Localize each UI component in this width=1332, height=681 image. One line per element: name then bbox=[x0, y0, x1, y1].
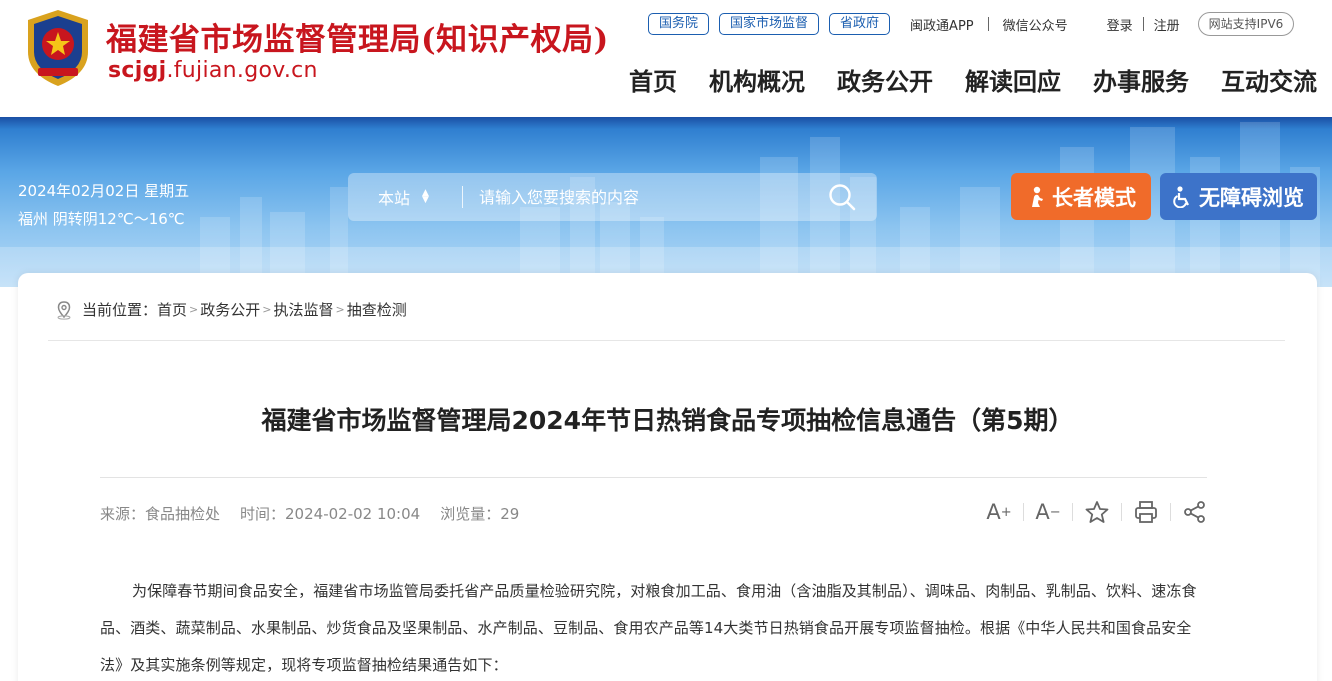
link-samr[interactable]: 国家市场监督 bbox=[719, 13, 820, 35]
nav-home[interactable]: 首页 bbox=[629, 62, 677, 97]
breadcrumb: 当前位置： 首页 > 政务公开 > 执法监督 > 抽查检测 bbox=[54, 299, 407, 320]
article-source: 来源：食品抽检处 bbox=[100, 505, 221, 523]
wheelchair-icon bbox=[1173, 185, 1189, 208]
accessible-browse-button[interactable]: 无障碍浏览 bbox=[1160, 173, 1317, 220]
divider bbox=[1023, 503, 1024, 521]
link-state-council[interactable]: 国务院 bbox=[648, 13, 710, 35]
nav-services[interactable]: 办事服务 bbox=[1093, 62, 1189, 97]
share-icon[interactable] bbox=[1182, 499, 1208, 525]
nav-about[interactable]: 机构概况 bbox=[709, 62, 805, 97]
article-time: 时间：2024-02-02 10:04 bbox=[240, 505, 421, 523]
link-wechat[interactable]: 微信公众号 bbox=[1003, 15, 1068, 34]
site-name[interactable]: 福建省市场监督管理局(知识产权局) bbox=[106, 14, 609, 59]
breadcrumb-public-affairs[interactable]: 政务公开 bbox=[200, 299, 260, 320]
link-app[interactable]: 闽政通APP bbox=[910, 15, 974, 34]
breadcrumb-prefix: 当前位置： bbox=[82, 301, 158, 319]
domain-rest: .fujian.gov.cn bbox=[166, 58, 318, 83]
ipv6-badge: 网站支持IPV6 bbox=[1197, 12, 1295, 36]
breadcrumb-enforcement[interactable]: 执法监督 bbox=[273, 299, 333, 320]
star-icon[interactable] bbox=[1084, 499, 1110, 525]
site-header: 福建省市场监督管理局(知识产权局) scjgj.fujian.gov.cn 国务… bbox=[0, 0, 1332, 117]
divider bbox=[1072, 503, 1073, 521]
article-meta: 来源：食品抽检处 时间：2024-02-02 10:04 浏览量：29 bbox=[100, 503, 539, 524]
main-nav: 首页 机构概况 政务公开 解读回应 办事服务 互动交流 bbox=[629, 62, 1317, 97]
chevron-right-icon: > bbox=[335, 303, 345, 316]
divider bbox=[1098, 17, 1099, 31]
search-box: 本站 ▲ ▼ bbox=[348, 173, 877, 221]
domain-bold: scjgj bbox=[108, 58, 167, 83]
login-link[interactable]: 登录 bbox=[1107, 15, 1133, 34]
chevron-right-icon: > bbox=[262, 303, 272, 316]
search-scope-select[interactable]: 本站 ▲ ▼ bbox=[378, 185, 458, 209]
scope-arrows-icon: ▲ ▼ bbox=[422, 188, 429, 205]
location-icon bbox=[57, 300, 71, 320]
article-tools: A + A − bbox=[986, 499, 1208, 525]
chevron-right-icon: > bbox=[189, 303, 199, 316]
breadcrumb-inspection[interactable]: 抽查检测 bbox=[347, 299, 407, 320]
elder-mode-label: 长者模式 bbox=[1052, 185, 1136, 210]
nav-public-affairs[interactable]: 政务公开 bbox=[837, 62, 933, 97]
divider bbox=[100, 477, 1207, 478]
article-views: 浏览量：29 bbox=[440, 505, 520, 523]
link-province[interactable]: 省政府 bbox=[829, 13, 891, 35]
elder-icon bbox=[1032, 186, 1043, 207]
nav-interpretation[interactable]: 解读回应 bbox=[965, 62, 1061, 97]
font-decrease-icon[interactable]: A − bbox=[1035, 499, 1061, 525]
search-input[interactable] bbox=[479, 187, 827, 207]
divider bbox=[1170, 503, 1171, 521]
accessible-label: 无障碍浏览 bbox=[1199, 185, 1304, 210]
article-body: 为保障春节期间食品安全，福建省市场监管局委托省产品质量检验研究院，对粮食加工品、… bbox=[100, 582, 1197, 674]
weather-info: 福州 阴转阴12℃～16℃ bbox=[18, 210, 185, 228]
current-date: 2024年02月02日 星期五 bbox=[18, 182, 190, 200]
article-card: 当前位置： 首页 > 政务公开 > 执法监督 > 抽查检测 福建省市场监督管理局… bbox=[18, 273, 1317, 681]
divider bbox=[987, 17, 989, 31]
print-icon[interactable] bbox=[1133, 499, 1159, 525]
article-title: 福建省市场监督管理局2024年节日热销食品专项抽检信息通告（第5期） bbox=[261, 406, 1074, 435]
site-domain: scjgj.fujian.gov.cn bbox=[108, 58, 318, 83]
divider bbox=[1121, 503, 1122, 521]
divider bbox=[1142, 17, 1144, 31]
elder-mode-button[interactable]: 长者模式 bbox=[1011, 173, 1151, 220]
emblem-icon[interactable] bbox=[22, 8, 94, 88]
nav-interaction[interactable]: 互动交流 bbox=[1221, 62, 1317, 97]
divider bbox=[48, 340, 1285, 341]
register-link[interactable]: 注册 bbox=[1154, 15, 1180, 34]
font-increase-icon[interactable]: A + bbox=[986, 499, 1012, 525]
search-icon[interactable] bbox=[827, 182, 857, 212]
banner: 2024年02月02日 星期五 福州 阴转阴12℃～16℃ 本站 ▲▼ 长者模式… bbox=[0, 117, 1332, 287]
divider bbox=[462, 186, 463, 208]
top-links: 国务院 国家市场监督 省政府 闽政通APP 微信公众号 登录 注册 网站支持IP… bbox=[648, 12, 1295, 36]
date-weather: 2024年02月02日 星期五 福州 阴转阴12℃～16℃ bbox=[18, 177, 189, 233]
search-scope-label: 本站 bbox=[378, 189, 411, 208]
breadcrumb-home[interactable]: 首页 bbox=[157, 299, 187, 320]
